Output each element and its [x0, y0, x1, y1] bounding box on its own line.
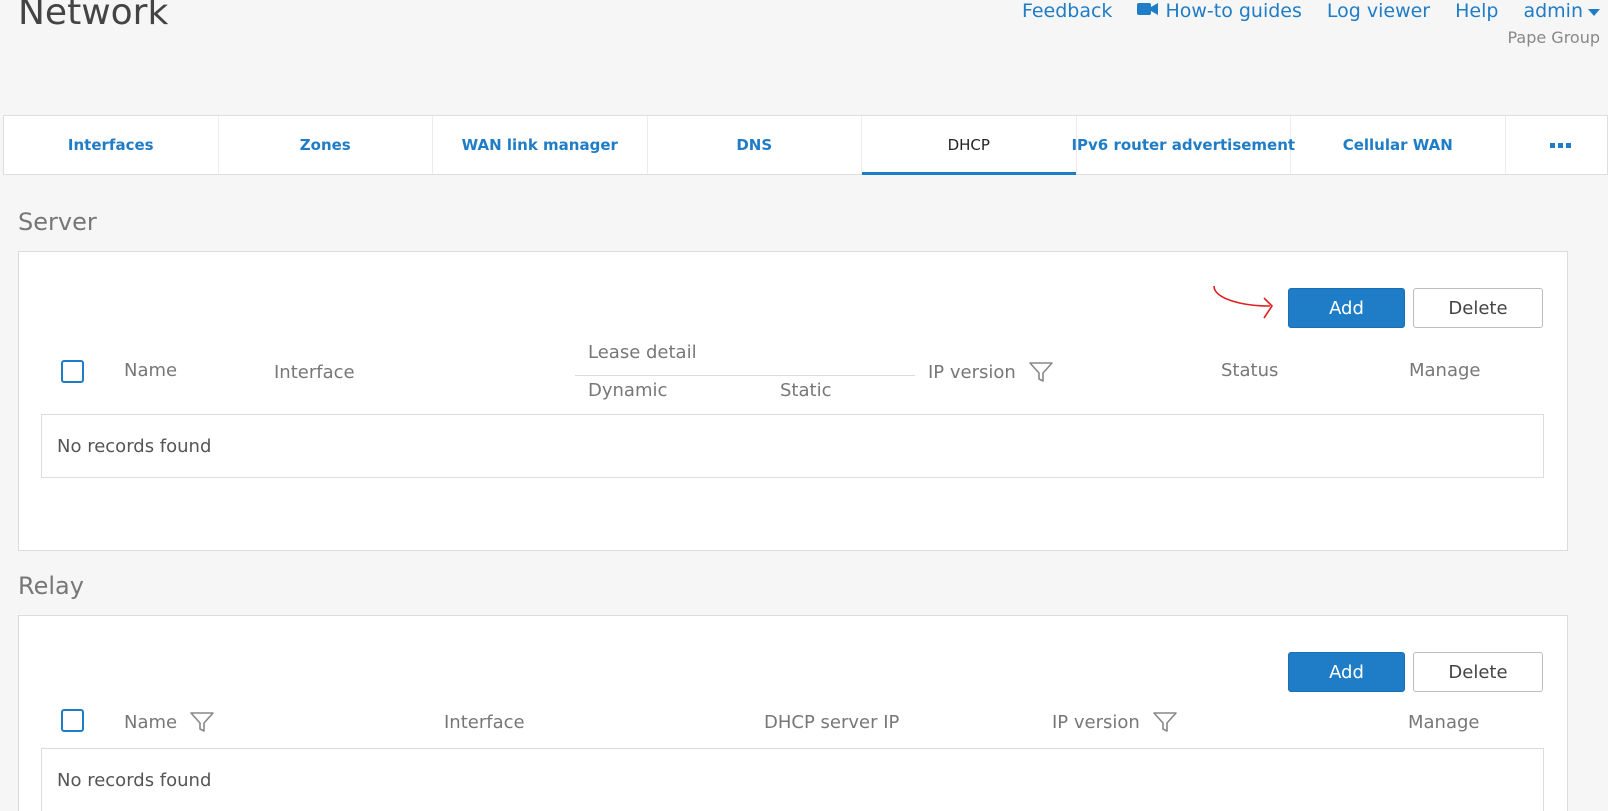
tab-bar: Interfaces Zones WAN link manager DNS DH… — [3, 115, 1608, 175]
relay-select-all-checkbox[interactable] — [61, 709, 84, 732]
howto-guides-link[interactable]: How-to guides — [1137, 0, 1302, 22]
tab-dns[interactable]: DNS — [648, 116, 862, 174]
tab-dhcp[interactable]: DHCP — [862, 116, 1077, 175]
help-link[interactable]: Help — [1455, 0, 1498, 22]
server-col-ip-version-label: IP version — [928, 361, 1016, 383]
server-col-interface: Interface — [274, 362, 355, 383]
server-col-status: Status — [1221, 360, 1279, 381]
server-add-button[interactable]: Add — [1288, 288, 1405, 328]
tab-wan-link-manager[interactable]: WAN link manager — [433, 116, 648, 174]
server-col-dynamic: Dynamic — [588, 380, 668, 401]
filter-icon[interactable] — [1028, 360, 1054, 384]
feedback-link[interactable]: Feedback — [1022, 0, 1112, 22]
relay-delete-button[interactable]: Delete — [1413, 652, 1543, 692]
relay-col-manage: Manage — [1408, 712, 1480, 733]
page: Network Feedback How-to guides Log viewe… — [0, 0, 1608, 811]
relay-col-ip-version: IP version — [1052, 710, 1178, 734]
server-select-all-checkbox[interactable] — [61, 360, 84, 383]
top-links: Feedback How-to guides Log viewer Help a… — [1022, 0, 1600, 22]
relay-panel: Add Delete Name Interface DHCP server IP… — [18, 615, 1568, 811]
server-col-manage: Manage — [1409, 360, 1481, 381]
video-camera-icon — [1137, 0, 1159, 22]
relay-add-button[interactable]: Add — [1288, 652, 1405, 692]
lease-detail-divider — [575, 375, 915, 376]
relay-col-dhcp-server-ip: DHCP server IP — [764, 712, 900, 733]
server-col-static: Static — [780, 380, 832, 401]
organization-name: Pape Group — [1507, 28, 1600, 47]
server-empty-message: No records found — [57, 435, 212, 457]
filter-icon[interactable] — [1152, 710, 1178, 734]
server-empty-row: No records found — [41, 414, 1544, 478]
server-col-name: Name — [124, 360, 178, 381]
server-panel: Add Delete Name Interface Lease detail D… — [18, 251, 1568, 551]
more-dots-icon — [1550, 142, 1571, 148]
tab-zones[interactable]: Zones — [219, 116, 433, 174]
admin-label: admin — [1523, 0, 1583, 22]
tab-interfaces[interactable]: Interfaces — [4, 116, 219, 174]
filter-icon[interactable] — [189, 710, 215, 734]
log-viewer-link[interactable]: Log viewer — [1327, 0, 1430, 22]
page-title: Network — [18, 0, 169, 33]
relay-section-title: Relay — [18, 572, 84, 600]
server-col-ip-version: IP version — [928, 360, 1054, 384]
server-delete-button[interactable]: Delete — [1413, 288, 1543, 328]
relay-empty-message: No records found — [57, 769, 212, 791]
howto-guides-label: How-to guides — [1165, 0, 1302, 22]
relay-col-ip-version-label: IP version — [1052, 711, 1140, 733]
server-section-title: Server — [18, 208, 97, 236]
relay-empty-row: No records found — [41, 748, 1544, 811]
relay-col-name-label: Name — [124, 711, 178, 733]
relay-col-name: Name — [124, 710, 215, 734]
server-col-lease-detail: Lease detail — [588, 342, 697, 363]
tab-cellular-wan[interactable]: Cellular WAN — [1291, 116, 1506, 174]
annotation-arrow-icon — [1213, 285, 1274, 319]
tab-more[interactable] — [1506, 116, 1596, 174]
tab-ipv6-router-advertisement[interactable]: IPv6 router advertisement — [1071, 116, 1295, 174]
admin-menu[interactable]: admin — [1523, 0, 1600, 22]
relay-col-interface: Interface — [444, 712, 525, 733]
caret-down-icon — [1588, 0, 1600, 22]
